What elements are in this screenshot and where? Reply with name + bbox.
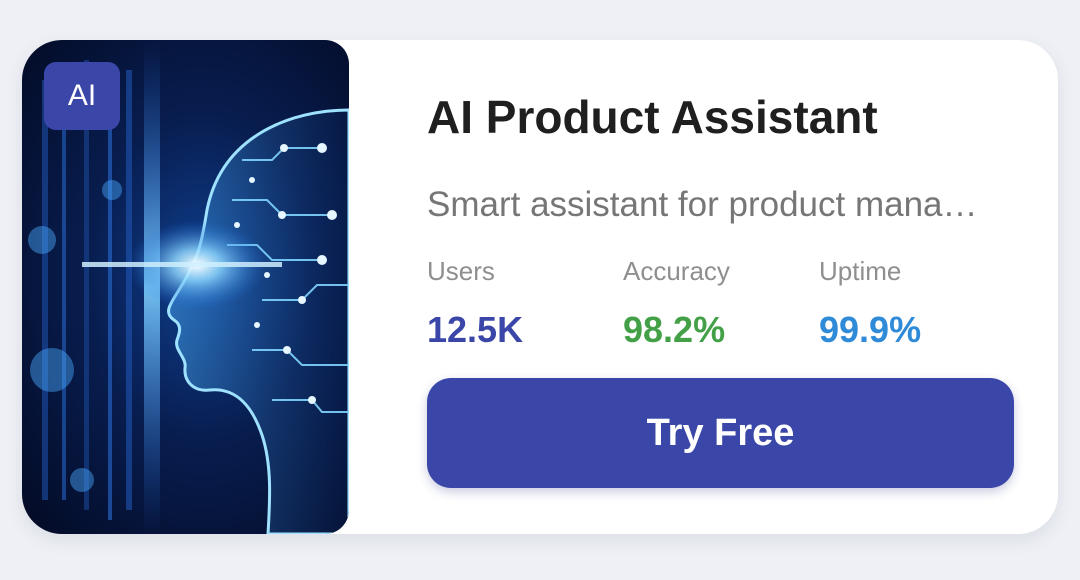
product-subtitle: Smart assistant for product mana… (427, 185, 978, 224)
product-hero-image: AI (22, 40, 349, 534)
stat-uptime: Uptime 99.9% (819, 256, 1009, 351)
try-free-button[interactable]: Try Free (427, 378, 1014, 488)
stat-accuracy-label: Accuracy (623, 256, 730, 286)
product-card: AI AI Product Assistant Smart assistant … (22, 40, 1058, 534)
stat-accuracy: Accuracy 98.2% (623, 256, 813, 351)
stat-accuracy-value: 98.2% (623, 309, 726, 350)
product-details: AI Product Assistant Smart assistant for… (427, 40, 1017, 534)
stat-users-value: 12.5K (427, 309, 524, 350)
stat-uptime-label: Uptime (819, 256, 902, 286)
stat-users: Users 12.5K (427, 256, 617, 351)
ai-badge: AI (44, 62, 120, 130)
stat-uptime-value: 99.9% (819, 309, 922, 350)
stat-users-label: Users (427, 256, 495, 286)
product-title: AI Product Assistant (427, 91, 878, 143)
